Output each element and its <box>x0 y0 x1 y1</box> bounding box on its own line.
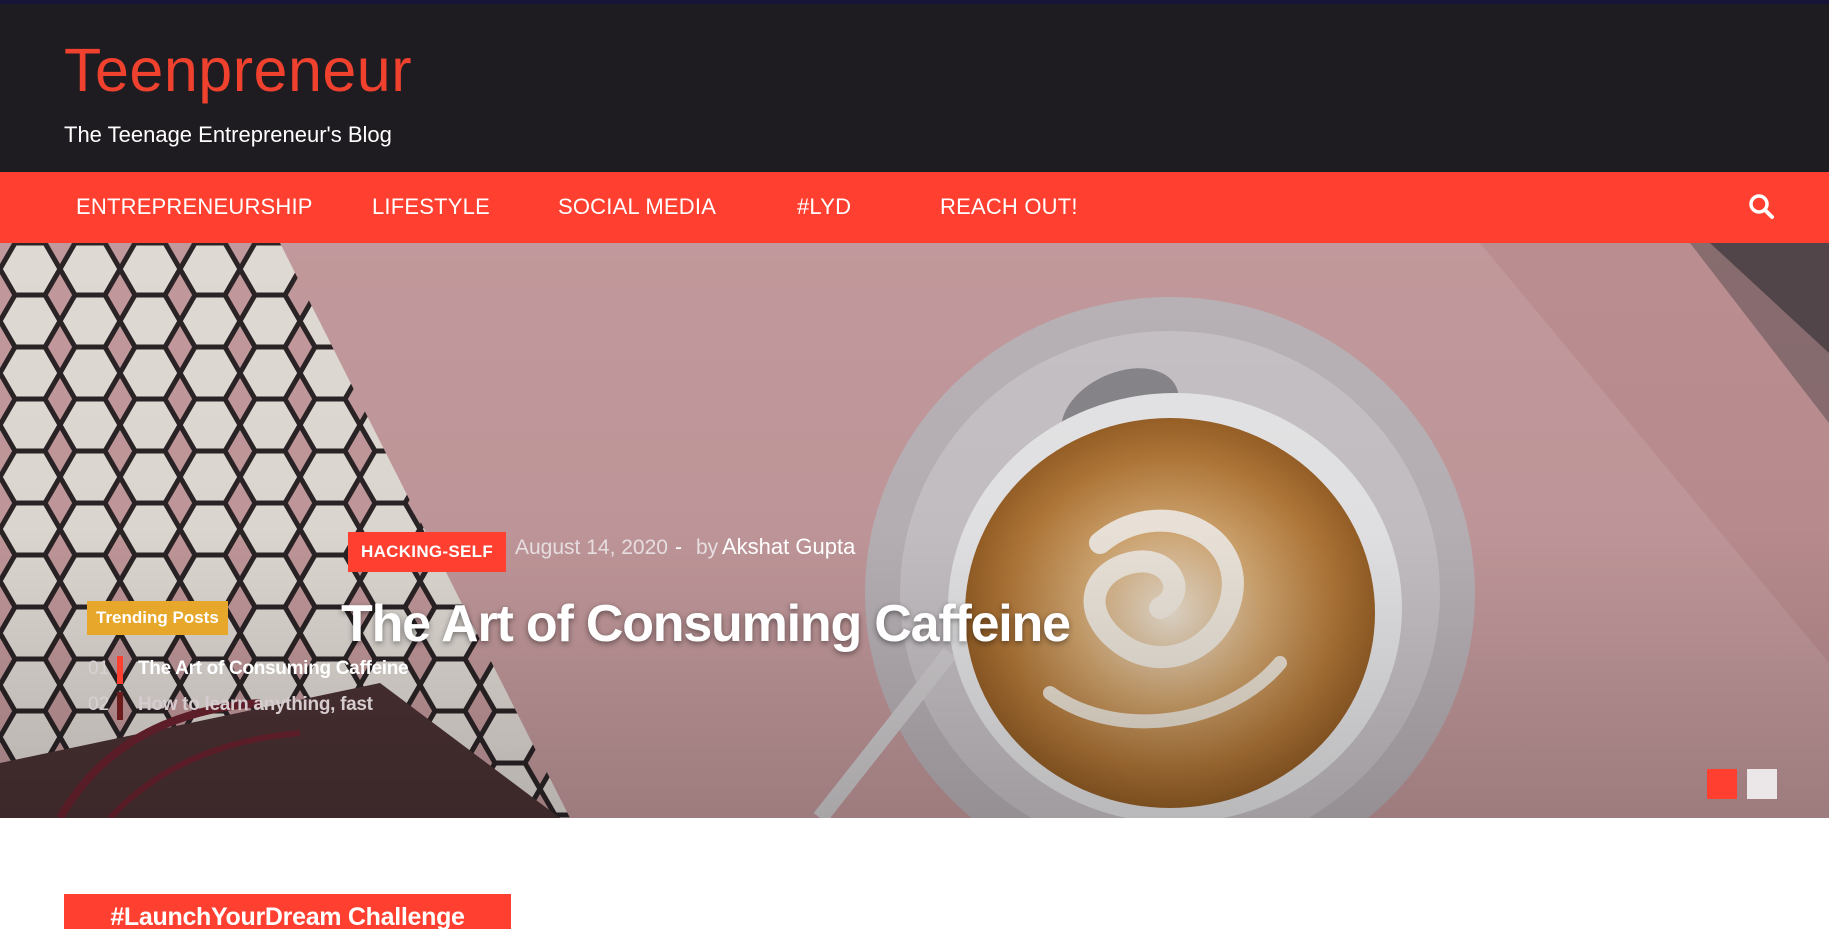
by-label: by <box>696 536 719 559</box>
main-nav: ENTREPRENEURSHIP LIFESTYLE SOCIAL MEDIA … <box>0 172 1829 243</box>
hero-overlay <box>0 243 1829 818</box>
post-date: August 14, 2020 <box>515 536 668 559</box>
trending-posts-label: Trending Posts <box>87 601 228 635</box>
post-author-link[interactable]: Akshat Gupta <box>722 533 855 562</box>
trending-item-number: 01 <box>88 658 110 679</box>
hero-slider: HACKING-SELF August 14, 2020 - by Akshat… <box>0 243 1829 818</box>
search-button[interactable] <box>1746 191 1778 223</box>
trending-item-indicator <box>117 692 123 720</box>
meta-separator: - <box>675 536 682 559</box>
site-header: Teenpreneur The Teenage Entrepreneur's B… <box>0 4 1829 172</box>
hero-post-title[interactable]: The Art of Consuming Caffeine <box>341 595 1071 655</box>
site-title[interactable]: Teenpreneur <box>64 40 412 101</box>
nav-item-lyd[interactable]: #LYD <box>797 194 851 220</box>
slider-dot-1[interactable] <box>1707 769 1737 799</box>
trending-item-indicator <box>117 656 123 684</box>
section-heading-badge: #LaunchYourDream Challenge <box>64 894 511 929</box>
category-badge[interactable]: HACKING-SELF <box>348 532 507 572</box>
trending-item-number: 02 <box>88 694 110 715</box>
site-tagline: The Teenage Entrepreneur's Blog <box>64 122 392 147</box>
slider-dot-2[interactable] <box>1747 769 1777 799</box>
nav-item-reach-out[interactable]: REACH OUT! <box>940 194 1078 220</box>
trending-item-title[interactable]: How to learn anything, fast <box>138 694 373 717</box>
nav-item-lifestyle[interactable]: LIFESTYLE <box>372 194 490 220</box>
nav-item-entrepreneurship[interactable]: ENTREPRENEURSHIP <box>76 194 313 220</box>
trending-item-title[interactable]: The Art of Consuming Caffeine <box>138 658 409 681</box>
nav-item-social-media[interactable]: SOCIAL MEDIA <box>558 194 716 220</box>
search-icon <box>1749 194 1774 219</box>
